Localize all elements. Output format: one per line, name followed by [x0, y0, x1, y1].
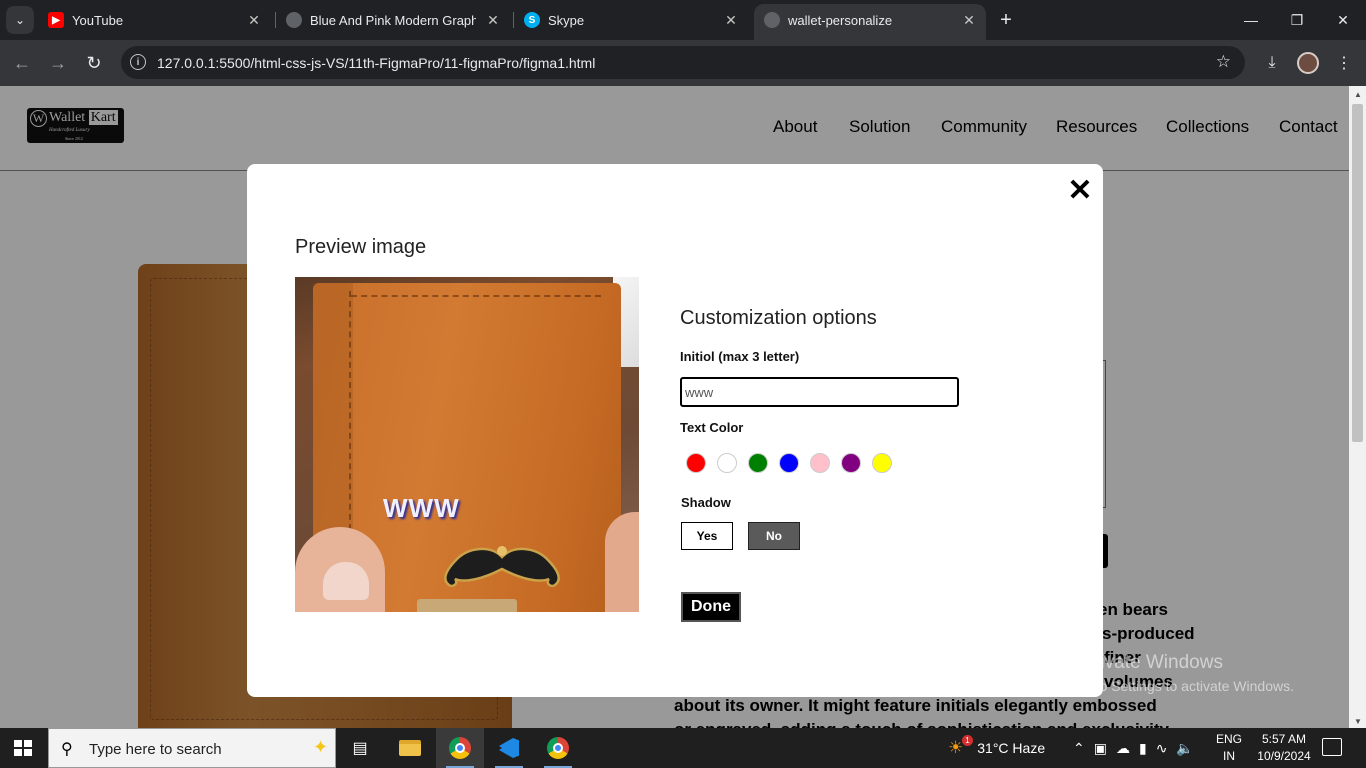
watermark-line1: Activate Windows [1073, 652, 1223, 673]
vscode-taskbar-icon[interactable] [485, 728, 533, 768]
shadow-no-button[interactable]: No [748, 522, 800, 550]
close-window-icon[interactable]: ✕ [1331, 8, 1355, 32]
tab-search-chevron-icon[interactable]: ⌄ [6, 6, 34, 34]
system-tray: ⌃ ▣ ☁ ▮ ∿ 🔈 [1073, 728, 1194, 768]
more-menu-icon[interactable]: ⋮ [1332, 51, 1356, 75]
notification-center-icon[interactable] [1322, 738, 1342, 756]
close-tab-icon[interactable]: ✕ [722, 11, 740, 29]
region-code: IN [1223, 749, 1235, 763]
battery-icon[interactable]: ▮ [1139, 740, 1147, 757]
scroll-thumb[interactable] [1352, 104, 1363, 442]
site-info-icon[interactable]: i [130, 54, 146, 70]
shadow-yes-button[interactable]: Yes [681, 522, 733, 550]
url-text[interactable]: 127.0.0.1:5500/html-css-js-VS/11th-Figma… [157, 55, 595, 71]
volume-icon[interactable]: 🔈 [1176, 740, 1193, 757]
initial-label: Initiol (max 3 letter) [680, 349, 800, 364]
tab-youtube[interactable]: ▶ YouTube ✕ [38, 0, 274, 40]
tab-title: wallet-personalize [788, 13, 893, 28]
tab-title: Blue And Pink Modern Graphic [310, 13, 476, 28]
globe-icon [764, 12, 780, 28]
page-viewport: W Wallet Kart Handcrafted Luxury Since 2… [0, 86, 1349, 728]
windows-start-icon[interactable] [14, 740, 32, 756]
task-view-icon[interactable]: ▤ [336, 728, 384, 768]
done-button[interactable]: Done [681, 592, 741, 622]
initial-input[interactable] [680, 377, 959, 407]
back-arrow-icon[interactable]: ← [10, 51, 34, 75]
weather-badge: 1 [962, 735, 973, 746]
shadow-label: Shadow [681, 495, 731, 510]
search-placeholder: Type here to search [89, 741, 222, 758]
color-swatch-green[interactable] [748, 453, 768, 473]
windows-taskbar: ⚲ Type here to search ✦ ▤ ☀ 1 31°C Haze … [0, 728, 1366, 768]
close-tab-icon[interactable]: ✕ [960, 11, 978, 29]
onedrive-cloud-icon[interactable]: ☁ [1116, 740, 1130, 757]
tab-title: YouTube [72, 13, 124, 28]
clock-time: 5:57 AM [1261, 732, 1307, 746]
weather-widget[interactable]: ☀ 1 31°C Haze [948, 728, 1045, 768]
wallet-preview-image: WWW [295, 277, 639, 612]
taskbar-search-box[interactable]: ⚲ Type here to search ✦ [48, 728, 336, 768]
tab-title: Skype [548, 13, 585, 28]
download-icon[interactable]: ⤓ [1260, 51, 1284, 75]
minimize-icon[interactable]: — [1239, 8, 1263, 32]
activate-windows-watermark: Activate Windows Go to Settings to activ… [1073, 652, 1294, 694]
weather-icon: ☀ [948, 738, 964, 757]
close-icon[interactable]: ✕ [1066, 174, 1094, 207]
tab-wallet-personalize[interactable]: wallet-personalize ✕ [754, 4, 986, 40]
wifi-icon[interactable]: ∿ [1156, 740, 1168, 757]
close-tab-icon[interactable]: ✕ [484, 11, 502, 29]
youtube-icon: ▶ [48, 12, 64, 28]
customization-title: Customization options [680, 307, 877, 329]
weather-text: 31°C Haze [977, 740, 1046, 756]
close-tab-icon[interactable]: ✕ [245, 11, 263, 29]
forward-arrow-icon[interactable]: → [46, 51, 70, 75]
new-tab-icon[interactable]: + [996, 9, 1016, 31]
show-hidden-icons-chevron-icon[interactable]: ⌃ [1073, 740, 1085, 757]
browser-toolbar: ← → ↻ i 127.0.0.1:5500/html-css-js-VS/11… [0, 40, 1366, 86]
globe-icon [286, 12, 302, 28]
scroll-down-arrow-icon[interactable]: ▼ [1354, 717, 1362, 726]
color-swatch-white[interactable] [717, 453, 737, 473]
color-swatch-purple[interactable] [841, 453, 861, 473]
bookmark-star-icon[interactable]: ☆ [1216, 52, 1231, 72]
language-code: ENG [1216, 732, 1243, 746]
color-swatch-red[interactable] [686, 453, 706, 473]
page-scrollbar[interactable]: ▲ ▼ [1349, 86, 1366, 728]
address-bar[interactable]: i 127.0.0.1:5500/html-css-js-VS/11th-Fig… [121, 46, 1245, 79]
search-highlight-icon: ✦ [313, 737, 329, 757]
color-swatch-yellow[interactable] [872, 453, 892, 473]
tab-skype[interactable]: S Skype ✕ [514, 0, 750, 40]
skype-icon: S [524, 12, 540, 28]
text-color-label: Text Color [680, 420, 744, 435]
system-clock[interactable]: 5:57 AM 10/9/2024 [1256, 731, 1312, 765]
personalize-modal: ✕ Preview image WWW Customization option… [247, 164, 1103, 697]
meet-now-icon[interactable]: ▣ [1094, 740, 1107, 757]
search-icon: ⚲ [61, 741, 73, 758]
restore-icon[interactable]: ❐ [1285, 8, 1309, 32]
preview-title: Preview image [295, 236, 427, 258]
clock-date: 10/9/2024 [1257, 749, 1311, 763]
tab-blue-pink[interactable]: Blue And Pink Modern Graphic ✕ [276, 0, 512, 40]
scroll-up-arrow-icon[interactable]: ▲ [1354, 90, 1362, 99]
browser-tab-strip: ⌄ ▶ YouTube ✕ Blue And Pink Modern Graph… [0, 0, 1366, 40]
chrome-taskbar-icon[interactable] [436, 728, 484, 768]
name-plate [417, 599, 517, 612]
color-swatch-pink[interactable] [810, 453, 830, 473]
preview-initial-text: WWW [383, 493, 460, 523]
color-swatch-blue[interactable] [779, 453, 799, 473]
file-explorer-icon[interactable] [386, 728, 434, 768]
profile-avatar[interactable] [1297, 52, 1319, 74]
chrome-taskbar-icon-2[interactable] [534, 728, 582, 768]
reload-icon[interactable]: ↻ [82, 51, 106, 75]
watermark-line2: Go to Settings to activate Windows. [1073, 678, 1294, 694]
language-indicator[interactable]: ENG IN [1216, 731, 1242, 765]
mustache-icon [444, 546, 560, 588]
